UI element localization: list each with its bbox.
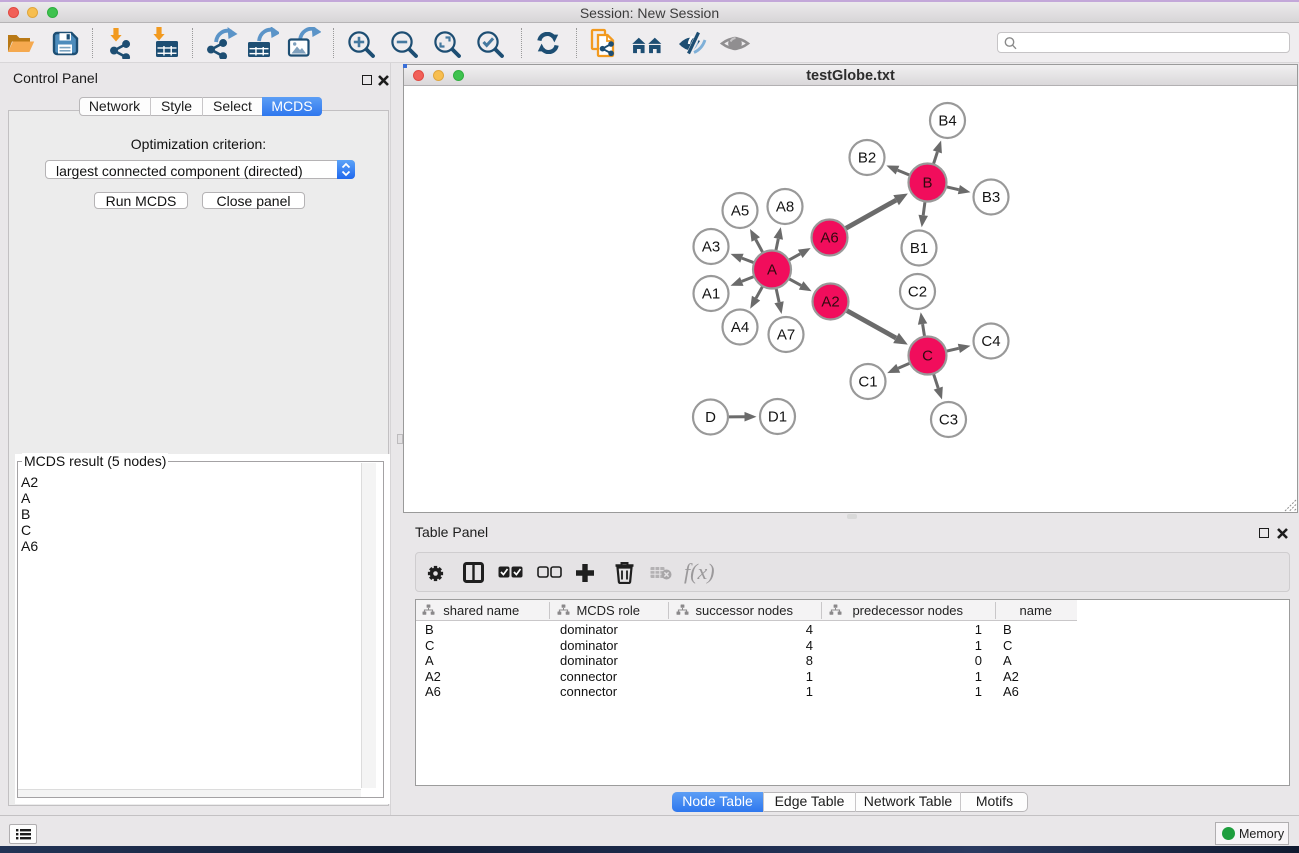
svg-text:B: B bbox=[922, 175, 932, 192]
svg-text:D: D bbox=[705, 409, 716, 426]
svg-text:A3: A3 bbox=[702, 239, 720, 256]
svg-text:A2: A2 bbox=[821, 294, 839, 311]
svg-text:C1: C1 bbox=[858, 374, 877, 391]
svg-text:C3: C3 bbox=[939, 412, 958, 429]
svg-text:C2: C2 bbox=[908, 284, 927, 301]
svg-text:B4: B4 bbox=[938, 113, 956, 130]
svg-text:A: A bbox=[767, 262, 777, 279]
svg-text:A6: A6 bbox=[820, 230, 838, 247]
svg-text:D1: D1 bbox=[768, 409, 787, 426]
svg-text:C4: C4 bbox=[981, 333, 1000, 350]
svg-text:A7: A7 bbox=[777, 327, 795, 344]
svg-text:B2: B2 bbox=[858, 150, 876, 167]
svg-text:B1: B1 bbox=[910, 240, 928, 257]
svg-text:A8: A8 bbox=[776, 199, 794, 216]
svg-text:C: C bbox=[922, 348, 933, 365]
svg-text:B3: B3 bbox=[982, 189, 1000, 206]
svg-text:A1: A1 bbox=[702, 286, 720, 303]
svg-text:A5: A5 bbox=[731, 203, 749, 220]
svg-text:A4: A4 bbox=[731, 319, 749, 336]
